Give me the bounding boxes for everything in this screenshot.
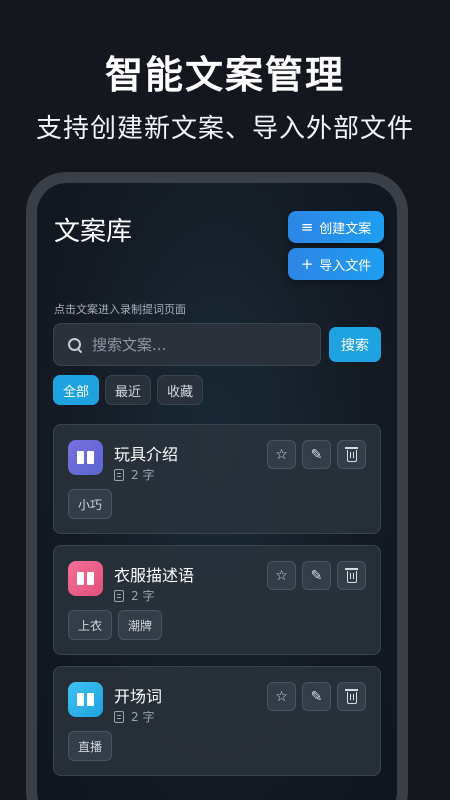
import-file-label: 导入文件 [319,258,372,274]
promo-subline: 支持创建新文案、导入外部文件 [35,114,414,144]
book-glyph [77,451,94,464]
edit-button[interactable]: ✎ [302,440,331,469]
app-screen: 文案库 ≡ 创建文案 + 导入文件 点击文案进入录制提词页面 搜索 全部 最近 … [37,183,397,800]
script-card[interactable]: 开场词 2 字 ☆ ✎ 直播 [53,666,381,776]
book-icon [68,440,103,475]
pencil-icon: ✎ [310,567,323,584]
script-title: 玩具介绍 [114,445,179,464]
book-glyph [77,572,94,585]
favorite-button[interactable]: ☆ [267,682,296,711]
favorite-button[interactable]: ☆ [267,440,296,469]
pencil-icon: ✎ [310,688,323,705]
script-meta: 2 字 [114,708,154,725]
search-box[interactable] [53,323,321,366]
tag[interactable]: 直播 [68,731,113,761]
tag-list: 上衣 潮牌 [68,610,163,640]
star-icon: ☆ [275,688,288,705]
card-actions: ☆ ✎ [267,440,366,469]
search-icon [68,337,82,352]
pencil-icon: ✎ [310,446,323,463]
search-button[interactable]: 搜索 [329,327,381,362]
plus-icon: + [300,254,314,273]
word-count: 2 字 [131,589,155,603]
word-count: 2 字 [131,468,155,482]
page-title: 文案库 [54,217,133,247]
filter-tab-recent[interactable]: 最近 [105,375,152,405]
phone-frame: 文案库 ≡ 创建文案 + 导入文件 点击文案进入录制提词页面 搜索 全部 最近 … [26,172,408,800]
trash-icon [344,568,358,583]
create-script-button[interactable]: ≡ 创建文案 [288,211,384,243]
script-meta: 2 字 [114,466,154,483]
tag[interactable]: 上衣 [68,610,113,640]
tag[interactable]: 潮牌 [118,610,163,640]
filter-tab-all[interactable]: 全部 [53,375,100,405]
document-icon [114,710,124,723]
word-count: 2 字 [131,710,155,724]
tag-list: 直播 [68,731,113,761]
script-card[interactable]: 衣服描述语 2 字 ☆ ✎ 上衣 潮牌 [53,545,381,655]
filter-tabs: 全部 最近 收藏 [53,375,204,405]
promo-headline: 智能文案管理 [104,53,345,97]
script-title: 开场词 [114,687,163,706]
star-icon: ☆ [275,446,288,463]
book-icon [68,682,103,717]
card-actions: ☆ ✎ [267,561,366,590]
delete-button[interactable] [337,440,366,469]
book-icon [68,561,103,596]
edit-button[interactable]: ✎ [302,682,331,711]
filter-tab-favorites[interactable]: 收藏 [157,375,204,405]
card-actions: ☆ ✎ [267,682,366,711]
star-icon: ☆ [275,567,288,584]
document-icon [114,589,124,602]
hint-text: 点击文案进入录制提词页面 [54,303,186,316]
delete-button[interactable] [337,682,366,711]
delete-button[interactable] [337,561,366,590]
script-meta: 2 字 [114,587,154,604]
import-file-button[interactable]: + 导入文件 [288,248,384,280]
document-icon [114,468,124,481]
script-card[interactable]: 玩具介绍 2 字 ☆ ✎ 小巧 [53,424,381,534]
tag-list: 小巧 [68,489,113,519]
trash-icon [344,447,358,462]
script-title: 衣服描述语 [114,566,195,585]
trash-icon [344,689,358,704]
book-glyph [77,693,94,706]
favorite-button[interactable]: ☆ [267,561,296,590]
search-input[interactable] [92,335,292,354]
tag[interactable]: 小巧 [68,489,113,519]
create-script-label: 创建文案 [319,221,372,237]
create-list-icon: ≡ [300,217,314,236]
edit-button[interactable]: ✎ [302,561,331,590]
